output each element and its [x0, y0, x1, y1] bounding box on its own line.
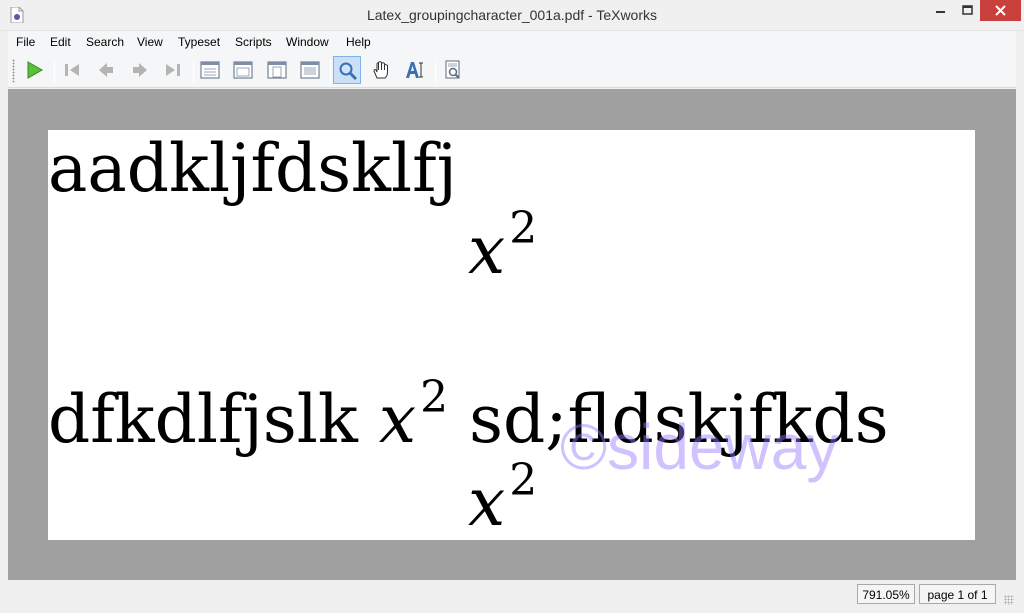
toolbar-separator [330, 59, 331, 83]
fit-width-icon[interactable] [229, 56, 257, 84]
menu-view[interactable]: View [137, 35, 163, 49]
toolbar-separator [193, 59, 194, 83]
menu-bar: File Edit Search View Typeset Scripts Wi… [8, 31, 1016, 53]
go-to-source-icon[interactable] [439, 56, 467, 84]
watermark: ©sideway [560, 411, 839, 483]
close-button[interactable] [980, 0, 1021, 21]
math-display-1: x2 [468, 207, 537, 284]
last-page-icon[interactable] [159, 56, 187, 84]
menu-search[interactable]: Search [86, 35, 124, 49]
previous-page-icon[interactable] [92, 56, 120, 84]
math-variable: x [378, 381, 417, 458]
toolbar-separator [435, 59, 436, 83]
line2-text-before: dfkdlfjslk [48, 381, 358, 458]
document-line-1: aadkljfdsklfj [48, 130, 458, 207]
actual-size-icon[interactable] [196, 56, 224, 84]
menu-edit[interactable]: Edit [50, 35, 71, 49]
minimize-button[interactable] [927, 0, 955, 21]
menu-help[interactable]: Help [346, 35, 371, 49]
next-page-icon[interactable] [126, 56, 154, 84]
hand-scroll-icon[interactable] [367, 56, 395, 84]
maximize-button[interactable] [955, 0, 980, 21]
math-exponent: 2 [420, 372, 449, 423]
math-variable: x [468, 212, 506, 289]
pdf-viewport[interactable]: aadkljfdsklfj x2 dfkdlfjslk x2 sd;fldskj… [8, 89, 1016, 580]
math-exponent: 2 [509, 455, 538, 506]
toolbar-separator [54, 59, 55, 83]
math-variable: x [468, 464, 506, 540]
menu-scripts[interactable]: Scripts [235, 35, 272, 49]
first-page-icon[interactable] [58, 56, 86, 84]
toolbar [8, 53, 1016, 88]
resize-grip[interactable] [1004, 595, 1014, 605]
typeset-play-icon[interactable] [20, 56, 48, 84]
menu-file[interactable]: File [16, 35, 35, 49]
math-display-2: x2 [468, 459, 537, 536]
menu-typeset[interactable]: Typeset [178, 35, 220, 49]
select-text-icon[interactable] [401, 56, 429, 84]
magnifier-icon[interactable] [333, 56, 361, 84]
fit-window-icon[interactable] [296, 56, 324, 84]
toolbar-grip[interactable] [12, 59, 15, 83]
status-bar: 791.05% page 1 of 1 [8, 581, 1016, 607]
menu-window[interactable]: Window [286, 35, 329, 49]
pdf-page[interactable]: aadkljfdsklfj x2 dfkdlfjslk x2 sd;fldskj… [48, 130, 975, 540]
window-title: Latex_groupingcharacter_001a.pdf - TeXwo… [366, 7, 658, 23]
fit-page-icon[interactable] [263, 56, 291, 84]
math-exponent: 2 [509, 203, 538, 254]
title-bar: Latex_groupingcharacter_001a.pdf - TeXwo… [0, 0, 1024, 31]
zoom-level[interactable]: 791.05% [857, 584, 915, 604]
page-indicator[interactable]: page 1 of 1 [919, 584, 996, 604]
